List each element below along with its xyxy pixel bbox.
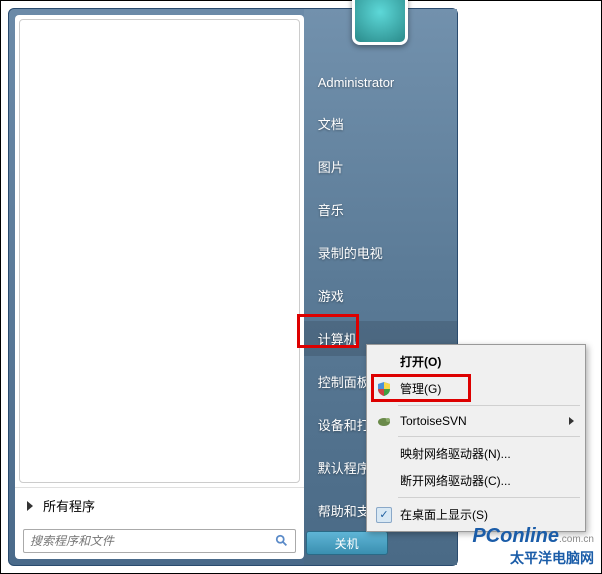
sidebar-item-pictures[interactable]: 图片 xyxy=(304,149,457,184)
ctx-show-desktop[interactable]: ✓ 在桌面上显示(S) xyxy=(370,501,582,528)
ctx-manage-label: 管理(G) xyxy=(400,380,441,397)
sidebar-item-recorded-tv[interactable]: 录制的电视 xyxy=(304,235,457,270)
chevron-right-icon xyxy=(569,417,574,425)
tortoise-icon xyxy=(376,413,392,429)
ctx-map-drive[interactable]: 映射网络驱动器(N)... xyxy=(370,440,582,467)
check-icon: ✓ xyxy=(376,507,392,523)
watermark: PConline.com.cn 太平洋电脑网 xyxy=(472,525,594,568)
sidebar-item-games[interactable]: 游戏 xyxy=(304,278,457,313)
ctx-open[interactable]: 打开(O) xyxy=(370,348,582,375)
ctx-disconnect-label: 断开网络驱动器(C)... xyxy=(400,472,511,489)
chevron-right-icon xyxy=(27,501,33,511)
all-programs-button[interactable]: 所有程序 xyxy=(15,487,304,523)
search-row xyxy=(15,523,304,559)
shield-icon xyxy=(376,381,392,397)
ctx-manage[interactable]: 管理(G) xyxy=(370,375,582,402)
sidebar-item-documents[interactable]: 文档 xyxy=(304,106,457,141)
sidebar-item-music[interactable]: 音乐 xyxy=(304,192,457,227)
ctx-tortoise-label: TortoiseSVN xyxy=(400,414,467,428)
separator xyxy=(398,405,580,406)
shutdown-button[interactable]: 关机 xyxy=(306,531,388,555)
sidebar-item-administrator[interactable]: Administrator xyxy=(304,67,457,98)
ctx-disconnect-drive[interactable]: 断开网络驱动器(C)... xyxy=(370,467,582,494)
search-icon xyxy=(275,534,289,548)
ctx-tortoisesvn[interactable]: TortoiseSVN xyxy=(370,409,582,433)
avatar[interactable] xyxy=(352,0,408,45)
ctx-map-drive-label: 映射网络驱动器(N)... xyxy=(400,445,511,462)
ctx-open-label: 打开(O) xyxy=(400,353,441,370)
watermark-name: 太平洋电脑网 xyxy=(472,548,594,568)
all-programs-label: 所有程序 xyxy=(43,496,95,515)
separator xyxy=(398,436,580,437)
search-box[interactable] xyxy=(23,529,296,553)
start-menu-left-panel: 所有程序 xyxy=(15,15,304,559)
ctx-show-desktop-label: 在桌面上显示(S) xyxy=(400,506,488,523)
search-input[interactable] xyxy=(30,534,275,548)
separator xyxy=(398,497,580,498)
watermark-brand: PConline.com.cn xyxy=(472,525,594,548)
programs-list-area[interactable] xyxy=(19,19,300,483)
shutdown-label: 关机 xyxy=(335,535,359,552)
context-menu: 打开(O) 管理(G) TortoiseSVN 映射网络驱动器(N)... 断开… xyxy=(366,344,586,532)
